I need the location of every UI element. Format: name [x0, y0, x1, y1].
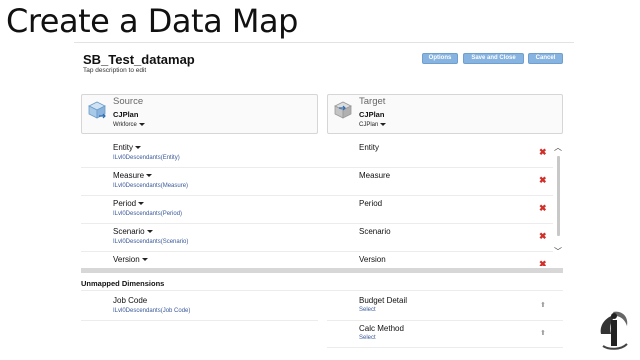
- mapping-row: Period ILvl0Descendants(Period) Period ✖: [81, 196, 553, 224]
- member-selection-link[interactable]: ILvl0Descendants(Period): [113, 211, 182, 217]
- mapped-dimensions-list[interactable]: Entity ILvl0Descendants(Entity) Entity ✖…: [81, 140, 563, 266]
- scroll-thumb[interactable]: [557, 156, 560, 236]
- target-dimension: Version: [359, 255, 386, 264]
- section-divider: [81, 268, 563, 273]
- delete-x-icon[interactable]: ✖: [539, 260, 547, 267]
- source-dimension-label: Measure: [113, 171, 145, 180]
- select-link[interactable]: Select: [359, 335, 404, 341]
- unmapped-target-item[interactable]: Budget Detail Select: [359, 296, 407, 313]
- member-selection-link[interactable]: ILvl0Descendants(Scenario): [113, 239, 188, 245]
- chevron-up-icon[interactable]: ︿: [554, 144, 562, 152]
- delete-x-icon[interactable]: ✖: [539, 148, 547, 157]
- unmapped-source-dimension[interactable]: Job Code: [113, 296, 147, 305]
- delete-x-icon[interactable]: ✖: [539, 232, 547, 241]
- source-dimension-label: Entity: [113, 143, 134, 152]
- unmapped-target-item[interactable]: Calc Method Select: [359, 324, 404, 341]
- source-cube-dropdown[interactable]: Wrkforce: [113, 122, 145, 128]
- mapping-scrollbar[interactable]: ︿ ﹀: [554, 144, 563, 266]
- source-dimension-dropdown[interactable]: Version: [113, 255, 148, 264]
- cube-icon: [334, 101, 352, 119]
- source-dimension-label: Version: [113, 255, 140, 264]
- save-and-close-button[interactable]: Save and Close: [463, 53, 524, 64]
- source-app: CJPlan: [113, 110, 139, 119]
- source-label: Source: [113, 96, 144, 107]
- row-divider: [327, 320, 563, 321]
- chevron-down-icon: [380, 122, 387, 126]
- unmapped-target-name: Calc Method: [359, 324, 404, 333]
- member-selection-link[interactable]: ILvl0Descendants(Measure): [113, 183, 188, 189]
- member-selection-link[interactable]: ILvl0Descendants(Job Code): [113, 308, 190, 314]
- mapping-row: Version Version ✖: [81, 252, 553, 266]
- datamap-name[interactable]: SB_Test_datamap: [83, 52, 195, 67]
- header-rule: [74, 42, 574, 43]
- source-dimension-label: Scenario: [113, 227, 145, 236]
- slide-title: Create a Data Map: [6, 2, 298, 40]
- source-dimension-dropdown[interactable]: Scenario: [113, 227, 153, 236]
- select-link[interactable]: Select: [359, 307, 407, 313]
- source-dimension-dropdown[interactable]: Entity: [113, 143, 142, 152]
- up-arrow-icon[interactable]: ⬆: [540, 302, 546, 309]
- mapping-row: Scenario ILvl0Descendants(Scenario) Scen…: [81, 224, 553, 252]
- delete-x-icon[interactable]: ✖: [539, 176, 547, 185]
- up-arrow-icon[interactable]: ⬆: [540, 330, 546, 337]
- target-cube-label: CJPlan: [359, 122, 379, 128]
- chevron-down-icon: [146, 230, 153, 234]
- row-divider: [327, 347, 563, 348]
- unmapped-target-name: Budget Detail: [359, 296, 408, 305]
- target-dimension: Period: [359, 199, 383, 208]
- target-dimension: Measure: [359, 171, 391, 180]
- source-dimension-dropdown[interactable]: Period: [113, 199, 145, 208]
- mapping-row: Measure ILvl0Descendants(Measure) Measur…: [81, 168, 553, 196]
- chevron-down-icon: [138, 122, 145, 126]
- row-divider: [81, 290, 563, 291]
- member-selection-link[interactable]: ILvl0Descendants(Entity): [113, 155, 180, 161]
- delete-x-icon[interactable]: ✖: [539, 204, 547, 213]
- source-cube-label: Wrkforce: [113, 122, 137, 128]
- chevron-down-icon: [138, 202, 145, 206]
- target-cube-dropdown[interactable]: CJPlan: [359, 122, 387, 128]
- target-panel: Target CJPlan CJPlan: [327, 94, 563, 134]
- source-dimension-dropdown[interactable]: Measure: [113, 171, 153, 180]
- mapping-row: Entity ILvl0Descendants(Entity) Entity ✖: [81, 140, 553, 168]
- target-dimension: Entity: [359, 143, 380, 152]
- unmapped-dimensions-heading: Unmapped Dimensions: [81, 279, 165, 288]
- row-divider: [81, 320, 318, 321]
- chevron-down-icon: [146, 174, 153, 178]
- cube-icon: [88, 101, 106, 119]
- description-hint[interactable]: Tap description to edit: [83, 67, 146, 74]
- source-dimension-label: Period: [113, 199, 137, 208]
- brand-logo: [600, 311, 628, 350]
- chevron-down-icon[interactable]: ﹀: [554, 248, 562, 256]
- target-dimension: Scenario: [359, 227, 391, 236]
- chevron-down-icon: [135, 146, 142, 150]
- target-app: CJPlan: [359, 110, 385, 119]
- chevron-down-icon: [141, 258, 148, 262]
- cancel-button[interactable]: Cancel: [528, 53, 563, 64]
- source-panel: Source CJPlan Wrkforce: [81, 94, 318, 134]
- options-button[interactable]: Options: [422, 53, 458, 64]
- target-label: Target: [359, 96, 386, 107]
